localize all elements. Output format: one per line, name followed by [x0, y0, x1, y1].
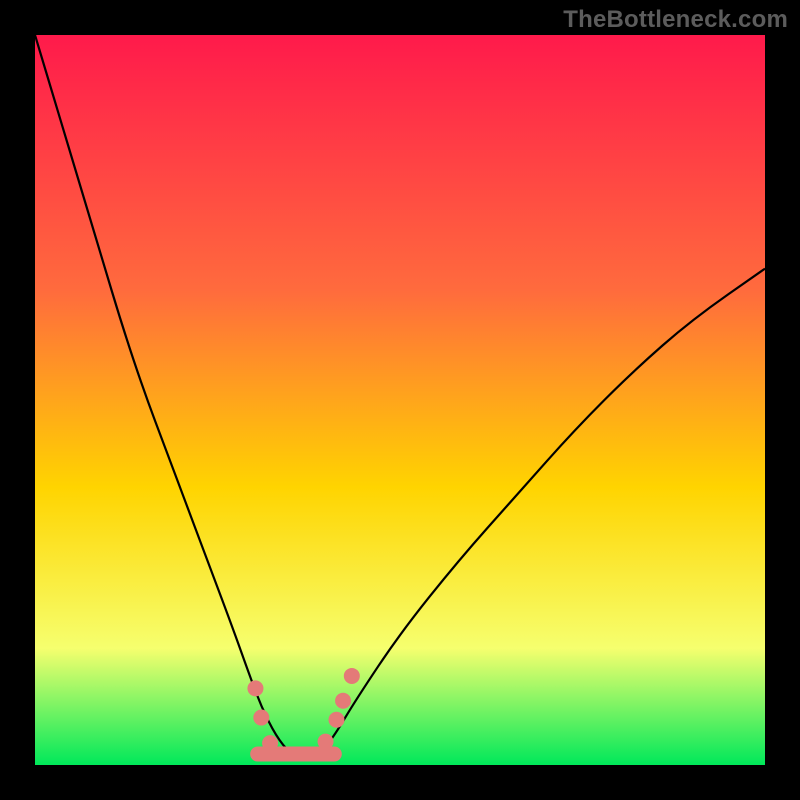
chart-svg [35, 35, 765, 765]
data-dot [344, 668, 360, 684]
plot-area [35, 35, 765, 765]
data-dot [247, 680, 263, 696]
data-dot [328, 712, 344, 728]
data-dot [318, 734, 334, 750]
outer-frame: TheBottleneck.com [0, 0, 800, 800]
gradient-background [35, 35, 765, 765]
data-dot [253, 710, 269, 726]
watermark-text: TheBottleneck.com [563, 6, 788, 34]
data-dot [335, 693, 351, 709]
data-dot [262, 735, 278, 751]
